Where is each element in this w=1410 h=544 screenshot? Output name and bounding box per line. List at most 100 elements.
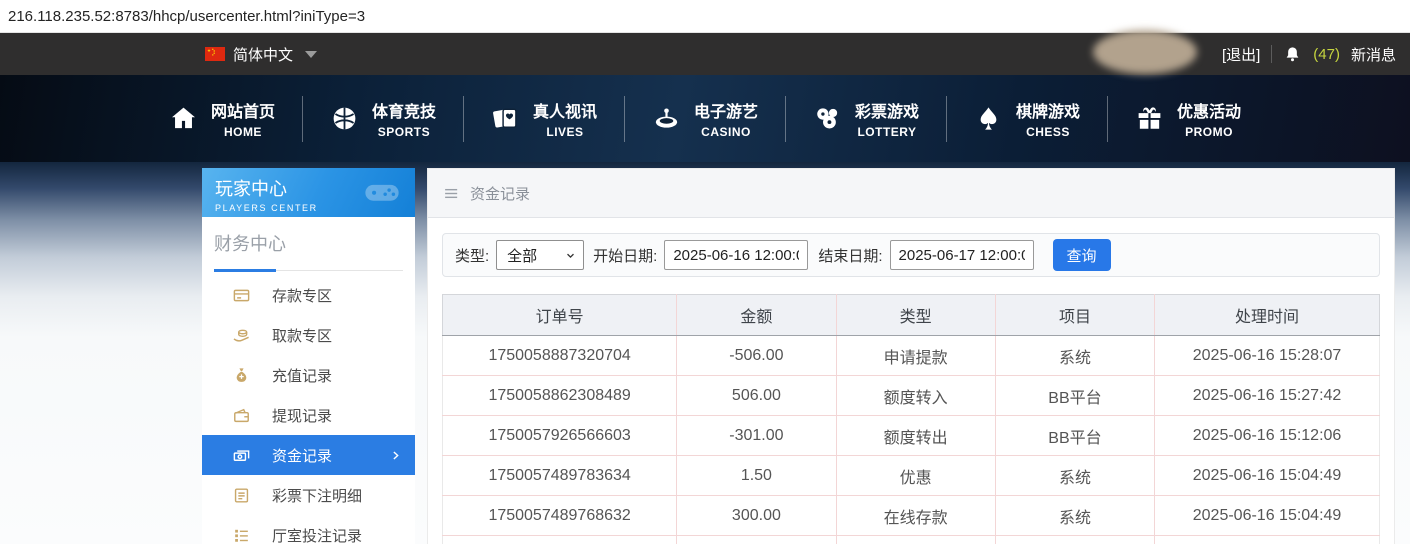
- message-count[interactable]: (47): [1313, 46, 1340, 63]
- cash-icon: [232, 446, 251, 465]
- table-cell: [1154, 535, 1380, 544]
- hamburger-icon[interactable]: [443, 185, 460, 202]
- table-row: 1750057489768632 300.00 在线存款 系统 2025-06-16 1…: [441, 495, 1380, 536]
- nav-item-lottery[interactable]: 彩票游戏 LOTTERY: [786, 98, 946, 139]
- sidebar-item-withdrawal-records[interactable]: 提现记录: [202, 395, 415, 435]
- table-header-cell: 处理时间: [1154, 294, 1380, 336]
- table-cell: [994, 535, 1156, 544]
- sidebar-item-recharge-records[interactable]: 充值记录: [202, 355, 415, 395]
- table-cell: 优惠: [835, 455, 996, 496]
- browser-address-bar[interactable]: 216.118.235.52:8783/hhcp/usercenter.html…: [0, 0, 1410, 33]
- start-date-input[interactable]: [664, 240, 809, 270]
- message-link[interactable]: 新消息: [1351, 44, 1396, 65]
- sidebar-item-funds-records[interactable]: 资金记录: [202, 435, 415, 475]
- funds-record-table: 订单号 金额 类型 项目 处理时间 1750058887320704 -506.00 申请提…: [441, 294, 1380, 544]
- nav-item-text: 优惠活动 PROMO: [1177, 98, 1241, 139]
- divider: [1271, 45, 1273, 63]
- nav-item-label-zh: 体育竞技: [371, 104, 436, 121]
- nav-item-chess[interactable]: 棋牌游戏 CHESS: [947, 98, 1107, 139]
- nav-item-label-en: CHESS: [1026, 125, 1070, 139]
- table-row: 1750058887320704 -506.00 申请提款 系统 2025-06-16 …: [441, 335, 1380, 376]
- nav-item-label-en: PROMO: [1185, 125, 1233, 139]
- browser-url[interactable]: 216.118.235.52:8783/hhcp/usercenter.html…: [8, 8, 365, 25]
- account-bar: 简体中文 [退出] (47) 新消息: [0, 30, 1410, 75]
- sidebar-item-label: 资金记录: [272, 447, 333, 465]
- sidebar-item-hall-bet-records[interactable]: 厅室投注记录: [202, 515, 415, 544]
- chevron-down-icon: [305, 50, 318, 58]
- nav-item-text: 棋牌游戏 CHESS: [1016, 98, 1080, 139]
- sidebar-item-label: 提现记录: [272, 407, 333, 425]
- spade-icon: [974, 104, 1003, 133]
- search-button[interactable]: 查询: [1052, 239, 1111, 271]
- nav-item-sports[interactable]: 体育竞技 SPORTS: [303, 98, 463, 139]
- nav-item-casino[interactable]: 电子游艺 CASINO: [625, 98, 785, 139]
- table-header-cell: 金额: [676, 294, 837, 336]
- end-date-input[interactable]: [889, 240, 1034, 270]
- table-row: 1750057926566603 -301.00 额度转出 BB平台 2025-06-1…: [441, 415, 1380, 456]
- bank-card-icon: [232, 286, 251, 305]
- sidebar-header: 玩家中心 PLAYERS CENTER: [202, 168, 415, 217]
- sidebar-item-withdraw-zone[interactable]: 取款专区: [202, 315, 415, 355]
- logout-button[interactable]: [退出]: [1222, 44, 1260, 65]
- table-cell: -506.00: [676, 335, 837, 376]
- ordered-list-icon: [232, 526, 251, 544]
- type-select[interactable]: 全部: [496, 240, 585, 270]
- table-cell: 506.00: [676, 375, 837, 416]
- table-cell: 系统: [994, 335, 1156, 376]
- table-cell: [441, 535, 678, 544]
- table-cell: 1750058862308489: [441, 375, 678, 416]
- nav-item-label-en: SPORTS: [377, 125, 431, 139]
- table-cell: 系统: [994, 495, 1156, 536]
- nav-item-text: 体育竞技 SPORTS: [372, 98, 436, 139]
- table-cell: 2025-06-16 15:27:42: [1154, 375, 1380, 416]
- nav-item-label-en: HOME: [223, 125, 262, 139]
- bell-icon[interactable]: [1283, 45, 1302, 64]
- table-cell: BB平台: [994, 375, 1156, 416]
- sidebar-item-deposit-zone[interactable]: 存款专区: [202, 275, 415, 315]
- nav-item-text: 彩票游戏 LOTTERY: [855, 98, 919, 139]
- sidebar-item-lottery-bet-details[interactable]: 彩票下注明细: [202, 475, 415, 515]
- wallet-icon: [232, 406, 251, 425]
- table-cell: 1750057489783634: [441, 455, 678, 496]
- main-navigation: 网站首页 HOME 体育竞技 SPORTS 真人视讯 LIVES 电子游艺 CASINO 彩票游…: [0, 75, 1410, 162]
- table-cell: 1750057926566603: [441, 415, 678, 456]
- language-selector[interactable]: 简体中文: [205, 44, 318, 65]
- content-panel: 资金记录 类型: 全部 开始日期: 结束日期: 查询 订单号金额类型项目处理时间…: [427, 168, 1395, 544]
- gift-icon: [1135, 104, 1164, 133]
- table-row: 1750057489783634 1.50 优惠 系统 2025-06-16 15:04…: [441, 455, 1380, 496]
- type-label: 类型:: [455, 247, 490, 265]
- nav-item-home[interactable]: 网站首页 HOME: [142, 98, 302, 139]
- table-header-row: 订单号 金额 类型 项目 处理时间: [441, 294, 1380, 336]
- table-cell: 在线存款: [835, 495, 996, 536]
- sidebar: 玩家中心 PLAYERS CENTER 财务中心 存款专区 取款专区 充值记录 提现记…: [202, 168, 415, 544]
- breadcrumb: 资金记录: [428, 169, 1394, 218]
- nav-item-label-zh: 真人视讯: [532, 104, 597, 121]
- nav-item-promo[interactable]: 优惠活动 PROMO: [1108, 98, 1268, 139]
- table-cell: [676, 535, 837, 544]
- nav-item-text: 真人视讯 LIVES: [533, 98, 597, 139]
- money-bag-icon: [232, 366, 251, 385]
- table-cell: [835, 535, 996, 544]
- table-row-partial: [441, 535, 1380, 544]
- lottery-balls-icon: [813, 104, 842, 133]
- chevron-right-icon: [389, 449, 402, 462]
- language-label: 简体中文: [233, 46, 294, 64]
- nav-item-label-en: LOTTERY: [857, 125, 917, 139]
- table-cell: 1750057489768632: [441, 495, 678, 536]
- nav-item-label-en: CASINO: [701, 125, 751, 139]
- nav-item-text: 电子游艺 CASINO: [694, 98, 758, 139]
- table-cell: 申请提款: [835, 335, 996, 376]
- sidebar-item-label: 充值记录: [272, 367, 333, 385]
- table-header-cell: 类型: [835, 294, 996, 336]
- document-icon: [232, 486, 251, 505]
- nav-item-label-zh: 优惠活动: [1177, 104, 1242, 121]
- nav-item-label-zh: 电子游艺: [693, 104, 758, 121]
- table-cell: 2025-06-16 15:04:49: [1154, 495, 1380, 536]
- nav-item-text: 网站首页 HOME: [211, 98, 275, 139]
- sidebar-item-label: 取款专区: [272, 327, 333, 345]
- sidebar-item-label: 存款专区: [272, 287, 333, 305]
- nav-item-lives[interactable]: 真人视讯 LIVES: [464, 98, 624, 139]
- table-cell: 2025-06-16 15:12:06: [1154, 415, 1380, 456]
- type-select-value: 全部: [507, 247, 538, 265]
- china-flag-icon: [205, 47, 225, 61]
